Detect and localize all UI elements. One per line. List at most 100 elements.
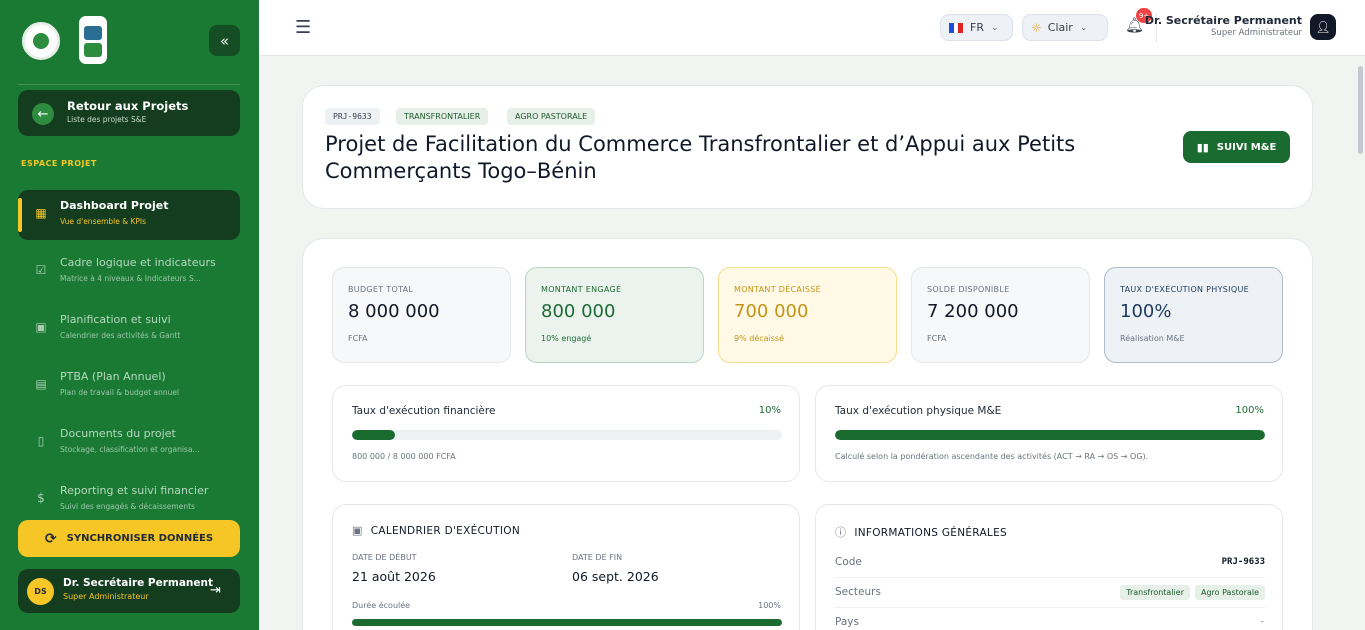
collapse-sidebar-button[interactable]: « <box>209 25 240 56</box>
end-date-value: 06 sept. 2026 <box>572 569 659 584</box>
user-role: Super Administrateur <box>63 592 149 601</box>
project-title: Projet de Facilitation du Commerce Trans… <box>325 132 1076 183</box>
kpi-label: MONTANT DÉCAISSÉ <box>734 285 821 294</box>
sync-label: SYNCHRONISER DONNÉES <box>66 533 214 544</box>
sync-data-button[interactable]: ⟳ SYNCHRONISER DONNÉES <box>18 520 240 557</box>
end-date-label: DATE DE FIN <box>572 553 623 562</box>
chevron-down-icon: ⌄ <box>990 22 999 33</box>
sidebar-item-sub: Calendrier des activités & Gantt <box>60 331 181 340</box>
sidebar-item-label: PTBA (Plan Annuel) <box>60 370 166 383</box>
logout-icon[interactable]: ⇥ <box>210 583 221 598</box>
kpi-value: 800 000 <box>541 301 616 322</box>
sidebar-item-documents[interactable]: ▯ Documents du projet Stockage, classifi… <box>18 418 240 468</box>
progress-track <box>835 430 1265 440</box>
france-flag-icon <box>949 22 964 33</box>
kpi-budget-total: BUDGET TOTAL 8 000 000 FCFA <box>332 267 511 363</box>
sidebar-item-reporting[interactable]: $ Reporting et suivi financier Suivi des… <box>18 475 240 525</box>
user-avatar-button[interactable]: 👤︎ <box>1310 14 1336 40</box>
scrollbar[interactable] <box>1358 66 1363 154</box>
info-title: INFORMATIONS GÉNÉRALES <box>854 527 1007 539</box>
calendar-heading: ▣ CALENDRIER D'EXÉCUTION <box>352 524 520 537</box>
kpi-label: BUDGET TOTAL <box>348 285 414 294</box>
progress-percent: 100% <box>1235 405 1264 416</box>
sidebar-item-label: Dashboard Projet <box>60 199 169 212</box>
top-bar: ☰ FR ⌄ ☼ Clair ⌄ 🔔︎ 9+ Dr. Secrétaire Pe… <box>259 0 1365 56</box>
kpi-montant-engage: MONTANT ENGAGÉ 800 000 10% engagé <box>525 267 704 363</box>
calendar-icon: ▣ <box>352 524 363 537</box>
kpi-solde-disponible: SOLDE DISPONIBLE 7 200 000 FCFA <box>911 267 1090 363</box>
sidebar-item-label: Reporting et suivi financier <box>60 484 209 497</box>
sector-tags: Transfrontalier Agro Pastorale <box>1115 585 1265 600</box>
info-key: Pays <box>835 616 859 628</box>
bar-chart-icon: ▮▮ <box>1196 140 1209 154</box>
sidebar-item-sub: Matrice à 4 niveaux & Indicateurs S... <box>60 274 201 283</box>
back-subtitle: Liste des projets S&E <box>67 115 147 124</box>
chevrons-left-icon: « <box>219 31 230 50</box>
kpi-sub: Réalisation M&E <box>1120 334 1185 343</box>
kpi-sub: FCFA <box>348 334 368 343</box>
progress-track <box>352 430 782 440</box>
info-value: PRJ-9633 <box>1221 557 1265 567</box>
duration-percent: 100% <box>758 601 781 610</box>
info-row-code: Code PRJ-9633 <box>835 548 1265 578</box>
user-name: Dr. Secrétaire Permanent <box>63 577 214 589</box>
suivi-me-button[interactable]: ▮▮ SUIVI M&E <box>1183 131 1290 163</box>
progress-note: Calculé selon la pondération ascendante … <box>835 452 1149 461</box>
sidebar-item-planification[interactable]: ▣ Planification et suivi Calendrier des … <box>18 304 240 354</box>
info-row-country: Pays - <box>835 608 1265 630</box>
agenda-2030-logo <box>79 16 107 64</box>
kpi-value: 8 000 000 <box>348 301 440 322</box>
project-code-tag: PRJ-9633 <box>325 108 380 125</box>
info-heading: ⓘ INFORMATIONS GÉNÉRALES <box>835 524 1007 540</box>
dollar-icon: $ <box>37 491 45 505</box>
sector-tag: TRANSFRONTALIER <box>396 108 489 125</box>
progress-percent: 10% <box>758 405 781 416</box>
sector-tag: Transfrontalier <box>1120 585 1190 600</box>
kpi-sub: 9% décaissé <box>734 334 785 343</box>
info-row-sectors: Secteurs Transfrontalier Agro Pastorale <box>835 578 1265 608</box>
sector-tag: Agro Pastorale <box>1194 585 1265 600</box>
theme-select[interactable]: ☼ Clair ⌄ <box>1022 14 1108 41</box>
progress-title: Taux d'exécution physique M&E <box>835 405 1002 417</box>
document-icon: ▯ <box>37 434 45 448</box>
language-select[interactable]: FR ⌄ <box>940 14 1013 41</box>
kpi-value: 7 200 000 <box>927 301 1019 322</box>
sidebar: « ← Retour aux Projets Liste des projets… <box>0 0 259 630</box>
info-value: - <box>1259 617 1265 627</box>
kpi-value: 700 000 <box>734 301 809 322</box>
user-icon: 👤︎ <box>1315 20 1331 34</box>
kpi-taux-execution-physique: TAUX D'EXÉCUTION PHYSIQUE 100% Réalisati… <box>1104 267 1283 363</box>
sidebar-item-sub: Plan de travail & budget annuel <box>60 388 180 397</box>
section-label: ESPACE PROJET <box>21 159 97 168</box>
sidebar-item-cadre-logique[interactable]: ☑ Cadre logique et indicateurs Matrice à… <box>18 247 240 297</box>
duration-label: Durée écoulée <box>352 601 411 610</box>
clipboard-check-icon: ☑ <box>35 263 47 277</box>
grid-icon: ▦ <box>35 206 47 220</box>
report-icon: ▤ <box>35 377 47 391</box>
sidebar-item-sub: Stockage, classification et organisa... <box>60 445 200 454</box>
back-title: Retour aux Projets <box>67 99 189 113</box>
info-icon: ⓘ <box>835 526 847 539</box>
sidebar-item-label: Cadre logique et indicateurs <box>60 256 216 269</box>
sidebar-item-dashboard[interactable]: ▦ Dashboard Projet Vue d'ensemble & KPIs <box>18 190 240 240</box>
sidebar-divider <box>18 84 240 85</box>
sidebar-item-sub: Suivi des engagés & décaissements <box>60 502 195 511</box>
menu-icon[interactable]: ☰ <box>295 17 311 38</box>
calendar-title: CALENDRIER D'EXÉCUTION <box>370 525 520 537</box>
kpi-label: MONTANT ENGAGÉ <box>541 285 622 294</box>
suivi-me-label: SUIVI M&E <box>1216 141 1277 153</box>
progress-fill <box>352 430 395 440</box>
sidebar-item-ptba[interactable]: ▤ PTBA (Plan Annuel) Plan de travail & b… <box>18 361 240 411</box>
refresh-icon: ⟳ <box>44 530 57 547</box>
calendar-icon: ▣ <box>35 320 47 334</box>
start-date-value: 21 août 2026 <box>352 569 436 584</box>
info-key: Secteurs <box>835 586 881 598</box>
calendar-card: ▣ CALENDRIER D'EXÉCUTION DATE DE DÉBUT 21… <box>332 504 800 630</box>
duration-progress-bar <box>352 619 782 626</box>
arrow-left-icon: ← <box>32 103 54 125</box>
top-user-role: Super Administrateur <box>1211 28 1302 38</box>
physical-progress-card: Taux d'exécution physique M&E 100% Calcu… <box>815 385 1283 482</box>
back-to-projects-button[interactable]: ← Retour aux Projets Liste des projets S… <box>18 90 240 136</box>
sidebar-item-sub: Vue d'ensemble & KPIs <box>60 217 147 226</box>
kpi-sub: 10% engagé <box>541 334 592 343</box>
